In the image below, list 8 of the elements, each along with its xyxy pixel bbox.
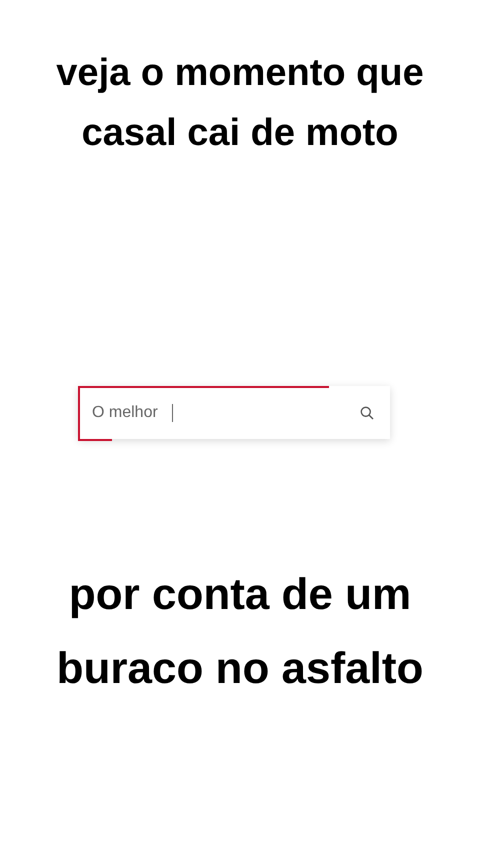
search-field[interactable]: O melhor [78, 386, 390, 439]
text-cursor [172, 404, 174, 422]
caption-line: buraco no asfalto [56, 643, 424, 695]
caption-line: por conta de um [68, 569, 412, 621]
caption-line: casal cai de moto [82, 111, 398, 156]
search-icon[interactable] [360, 406, 374, 420]
search-text: O melhor [92, 404, 158, 422]
caption-line: veja o momento que [56, 51, 424, 96]
